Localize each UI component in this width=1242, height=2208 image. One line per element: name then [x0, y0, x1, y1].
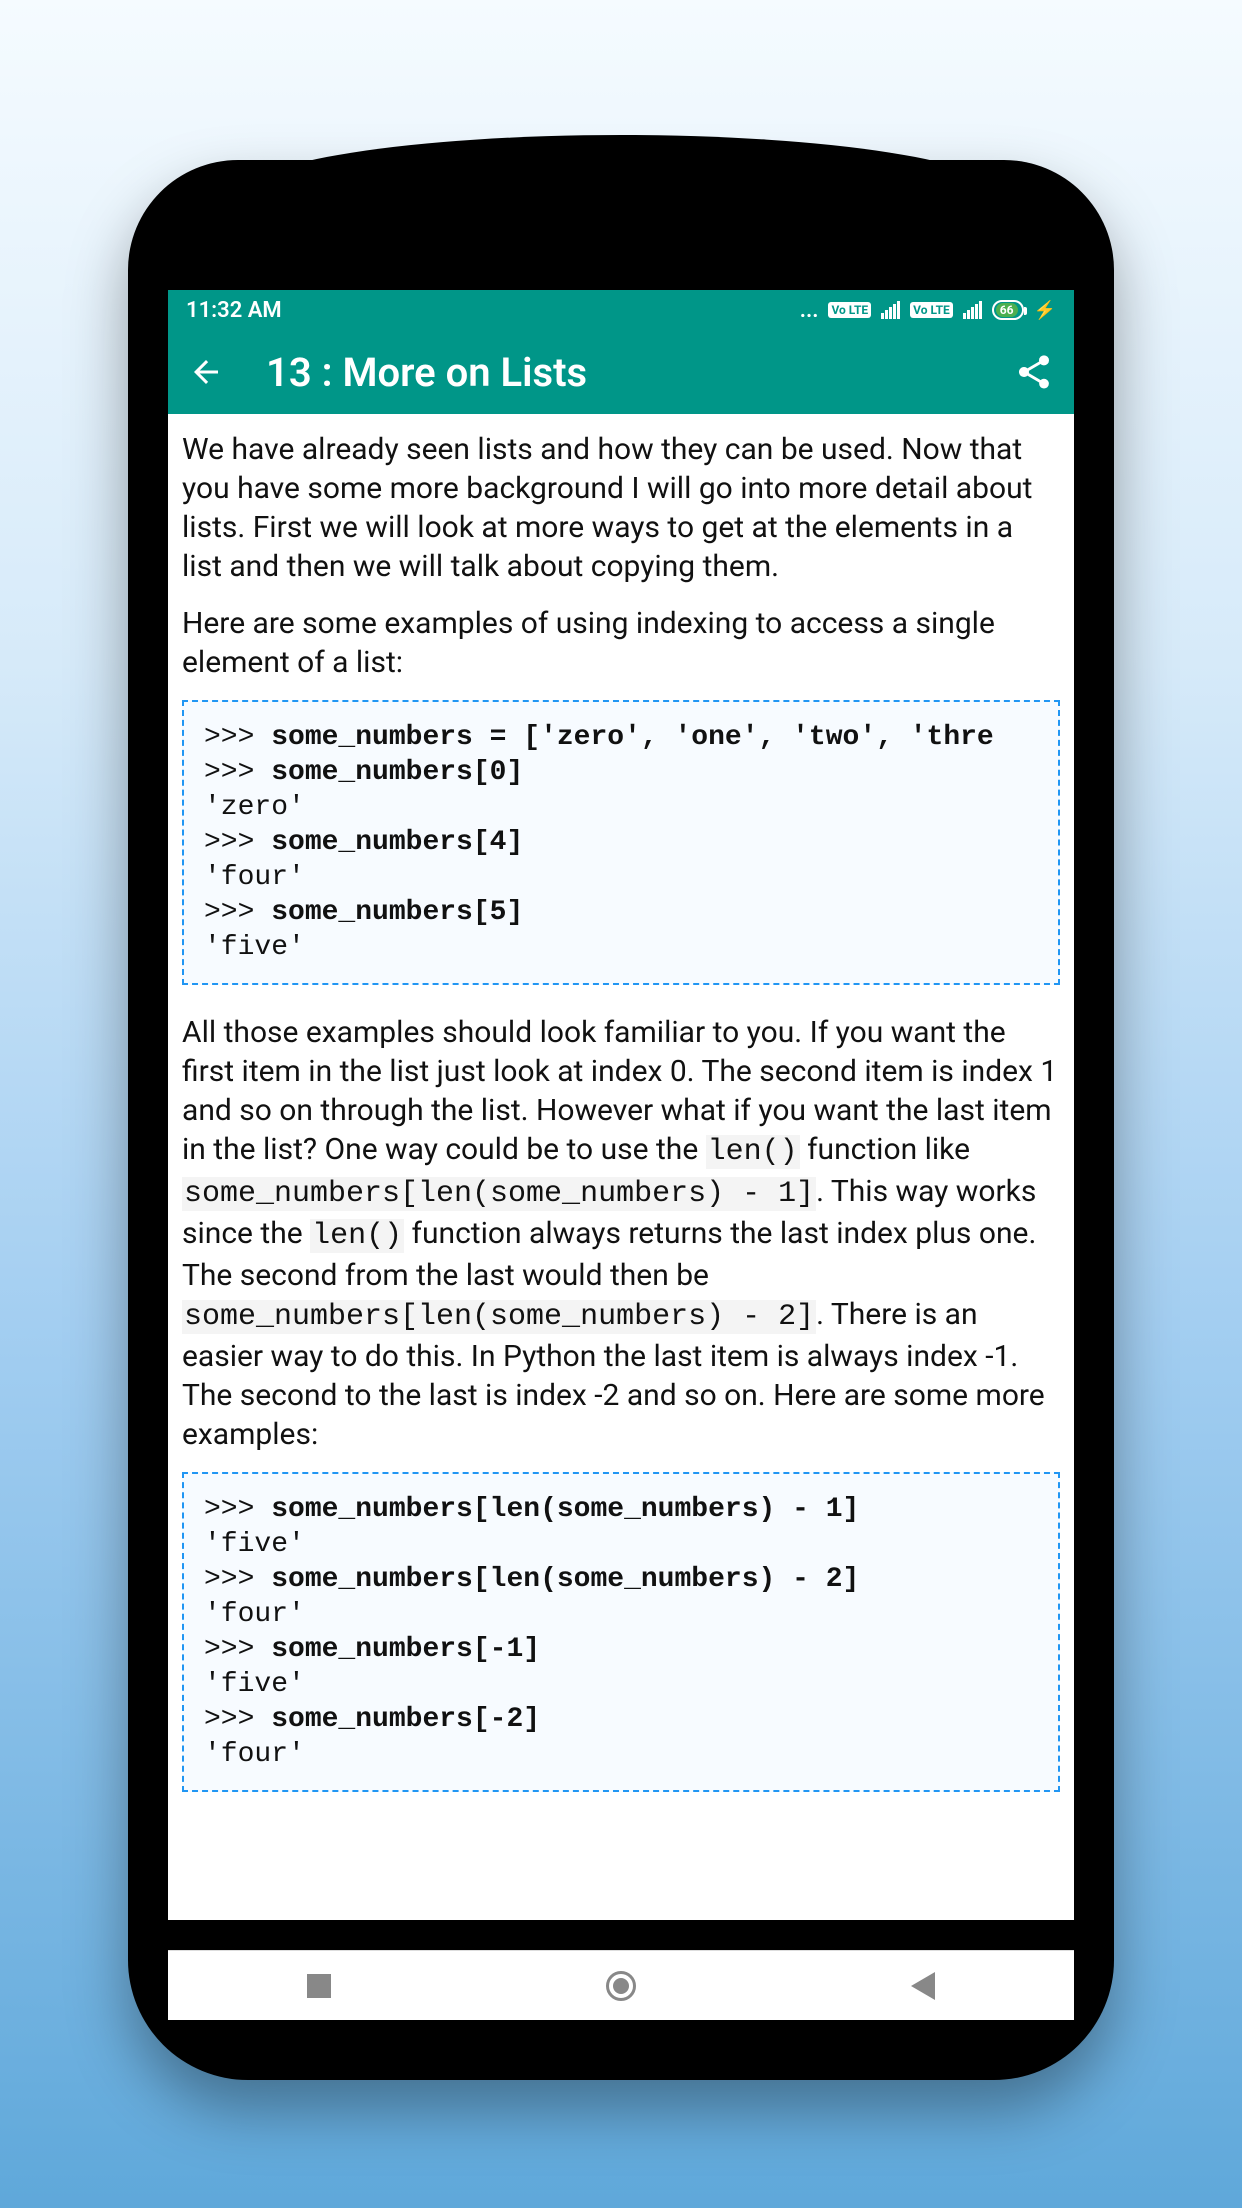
share-button[interactable] [1012, 350, 1056, 394]
inline-code: some_numbers[len(some_numbers) - 2] [182, 1300, 816, 1334]
phone-screen: 11:32 AM ... Vo LTE Vo LTE 66 ⚡ 13 : Mor… [168, 290, 1074, 1920]
battery-level: 66 [996, 303, 1018, 317]
signal-icon-1 [881, 301, 900, 319]
battery-icon: 66 [992, 300, 1024, 320]
inline-code: len() [706, 1135, 800, 1169]
inline-code: some_numbers[len(some_numbers) - 1] [182, 1177, 816, 1211]
volte-badge-1: Vo LTE [828, 302, 871, 318]
phone-top-curve [241, 135, 1001, 195]
home-icon [606, 1971, 636, 2001]
status-indicators: ... Vo LTE Vo LTE 66 ⚡ [800, 298, 1056, 323]
status-bar: 11:32 AM ... Vo LTE Vo LTE 66 ⚡ [168, 290, 1074, 330]
paragraph-intro: We have already seen lists and how they … [182, 430, 1060, 586]
signal-icon-2 [963, 301, 982, 319]
code-block-2: >>> some_numbers[len(some_numbers) - 1] … [182, 1472, 1060, 1792]
charging-icon: ⚡ [1034, 300, 1056, 321]
code-block-1: >>> some_numbers = ['zero', 'one', 'two'… [182, 700, 1060, 985]
back-nav-button[interactable] [823, 1972, 1023, 2000]
share-icon [1014, 352, 1054, 392]
phone-frame: 11:32 AM ... Vo LTE Vo LTE 66 ⚡ 13 : Mor… [128, 160, 1114, 2080]
recents-button[interactable] [219, 1974, 419, 1998]
back-button[interactable] [186, 352, 226, 392]
more-icon: ... [800, 298, 819, 323]
paragraph-indexing-intro: Here are some examples of using indexing… [182, 604, 1060, 682]
back-nav-icon [911, 1972, 935, 2000]
recents-icon [307, 1974, 331, 1998]
page-title: 13 : More on Lists [226, 349, 1012, 396]
inline-code: len() [310, 1219, 404, 1253]
paragraph-len-explanation: All those examples should look familiar … [182, 1013, 1060, 1454]
app-bar: 13 : More on Lists [168, 330, 1074, 414]
article-content[interactable]: We have already seen lists and how they … [168, 414, 1074, 1920]
status-time: 11:32 AM [186, 298, 282, 323]
home-button[interactable] [521, 1971, 721, 2001]
volte-badge-2: Vo LTE [910, 302, 953, 318]
arrow-left-icon [188, 354, 224, 390]
system-nav-bar [168, 1950, 1074, 2020]
